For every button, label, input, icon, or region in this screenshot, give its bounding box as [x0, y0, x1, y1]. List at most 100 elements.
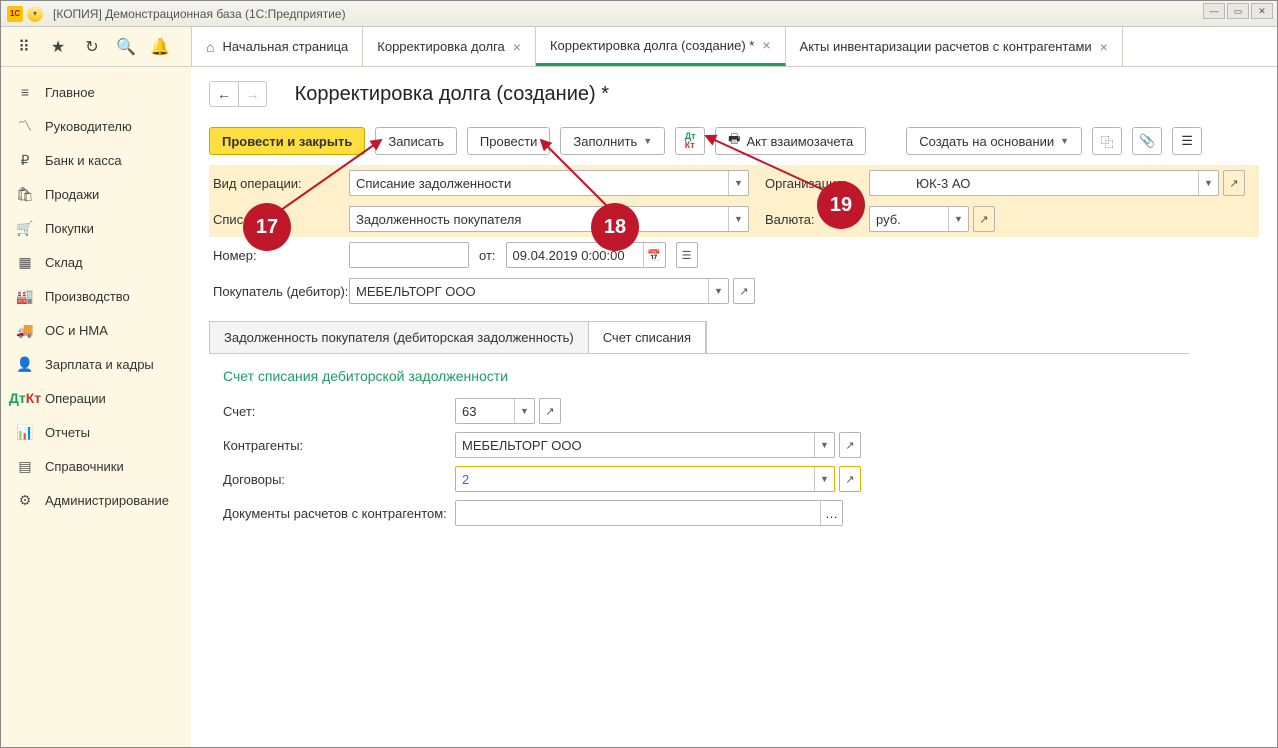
attach-button[interactable]: 📎 — [1132, 127, 1162, 155]
minimize-button[interactable]: — — [1203, 3, 1225, 19]
sales-icon: 🛍 — [17, 186, 33, 202]
close-icon[interactable]: × — [513, 39, 521, 55]
number-input[interactable] — [349, 242, 469, 268]
account-select[interactable]: 63 ▼ — [455, 398, 535, 424]
dtkt-button[interactable]: ДтКт — [675, 127, 705, 155]
date-input[interactable]: 09.04.2019 0:00:00 📅 — [506, 242, 666, 268]
open-account-button[interactable]: ↗ — [539, 398, 561, 424]
label-from: от: — [469, 248, 506, 263]
currency-select[interactable]: руб. ▼ — [869, 206, 969, 232]
print-icon: 🖶 — [728, 130, 740, 152]
chevron-down-icon[interactable]: ▼ — [514, 399, 534, 423]
sidebar-item-directories[interactable]: ▤Справочники — [1, 449, 191, 483]
org-select[interactable]: ЮК-3 АО ▼ — [869, 170, 1219, 196]
sidebar-item-label: Руководителю — [45, 119, 132, 134]
open-buyer-button[interactable]: ↗ — [733, 278, 755, 304]
chevron-down-icon[interactable]: ▼ — [1198, 171, 1218, 195]
tab-home[interactable]: ⌂ Начальная страница — [192, 27, 363, 66]
open-currency-button[interactable]: ↗ — [973, 206, 995, 232]
apps-icon[interactable]: ⠿ — [15, 38, 33, 56]
truck-icon: 🚚 — [17, 322, 33, 338]
sidebar-item-operations[interactable]: ДтКтОперации — [1, 381, 191, 415]
sidebar-item-manager[interactable]: 〽 Руководителю — [1, 109, 191, 143]
tab-inventory-acts[interactable]: Акты инвентаризации расчетов с контраген… — [786, 27, 1123, 66]
close-icon[interactable]: × — [762, 37, 770, 53]
chevron-down-icon[interactable]: ▼ — [948, 207, 968, 231]
fill-button[interactable]: Заполнить▼ — [560, 127, 665, 155]
inner-tab-account[interactable]: Счет списания — [589, 322, 706, 353]
counterparty-select[interactable]: МЕБЕЛЬТОРГ ООО ▼ — [455, 432, 835, 458]
label-op-type: Вид операции: — [209, 176, 349, 191]
sidebar-item-label: Продажи — [45, 187, 99, 202]
open-org-button[interactable]: ↗ — [1223, 170, 1245, 196]
sidebar-item-admin[interactable]: ⚙Администрирование — [1, 483, 191, 517]
annotation-label: 17 — [256, 216, 278, 239]
label-buyer: Покупатель (дебитор): — [209, 284, 349, 299]
sidebar-item-reports[interactable]: 📊Отчеты — [1, 415, 191, 449]
menu-icon: ≡ — [17, 84, 33, 100]
chevron-down-icon[interactable]: ▼ — [708, 279, 728, 303]
date-extra-button[interactable]: ☰ — [676, 242, 698, 268]
sidebar-item-label: Отчеты — [45, 425, 90, 440]
open-counterparty-button[interactable]: ↗ — [839, 432, 861, 458]
contracts-select[interactable]: 2 ▼ — [455, 466, 835, 492]
sidebar-item-sales[interactable]: 🛍 Продажи — [1, 177, 191, 211]
tab-debt-adjust[interactable]: Корректировка долга × — [363, 27, 536, 66]
structure-button[interactable]: ⿻ — [1092, 127, 1122, 155]
app-menu-dropdown[interactable]: ▾ — [27, 6, 43, 22]
sidebar-item-hr[interactable]: 👤Зарплата и кадры — [1, 347, 191, 381]
post-button[interactable]: Провести — [467, 127, 551, 155]
page-title: Корректировка долга (создание) * — [295, 83, 609, 106]
select-value: Задолженность покупателя — [356, 212, 521, 227]
sidebar-item-assets[interactable]: 🚚ОС и НМА — [1, 313, 191, 347]
search-icon[interactable]: 🔍 — [117, 38, 135, 56]
post-and-close-button[interactable]: Провести и закрыть — [209, 127, 365, 155]
buyer-select[interactable]: МЕБЕЛЬТОРГ ООО ▼ — [349, 278, 729, 304]
sidebar-item-production[interactable]: 🏭Производство — [1, 279, 191, 313]
history-icon[interactable]: ↻ — [83, 38, 101, 56]
op-type-select[interactable]: Списание задолженности ▼ — [349, 170, 749, 196]
close-window-button[interactable]: ✕ — [1251, 3, 1273, 19]
tab-label: Корректировка долга — [377, 39, 505, 54]
maximize-button[interactable]: ▭ — [1227, 3, 1249, 19]
gear-icon: ⚙ — [17, 492, 33, 508]
chevron-down-icon[interactable]: ▼ — [728, 171, 748, 195]
forward-button[interactable]: → — [238, 82, 266, 106]
chart-icon: 〽 — [17, 118, 33, 134]
inner-tabs: Задолженность покупателя (дебиторская за… — [209, 321, 707, 353]
chevron-down-icon[interactable]: ▼ — [728, 207, 748, 231]
tab-label: Задолженность покупателя (дебиторская за… — [224, 330, 574, 345]
star-icon[interactable]: ★ — [49, 38, 67, 56]
writeoff-select[interactable]: Задолженность покупателя ▼ — [349, 206, 749, 232]
bell-icon[interactable]: 🔔 — [151, 38, 169, 56]
docs-input[interactable]: … — [455, 500, 843, 526]
select-value: ЮК-3 АО — [876, 176, 970, 191]
list-button[interactable]: ☰ — [1172, 127, 1202, 155]
act-button[interactable]: 🖶Акт взаимозачета — [715, 127, 866, 155]
ellipsis-icon[interactable]: … — [820, 501, 842, 525]
toolbar: Провести и закрыть Записать Провести Зап… — [209, 127, 1259, 155]
chevron-down-icon[interactable]: ▼ — [814, 433, 834, 457]
inner-tab-debt[interactable]: Задолженность покупателя (дебиторская за… — [210, 322, 589, 353]
home-icon: ⌂ — [206, 39, 214, 55]
sidebar-item-label: Банк и касса — [45, 153, 122, 168]
chevron-down-icon: ▼ — [643, 136, 652, 146]
write-button[interactable]: Записать — [375, 127, 457, 155]
sidebar-item-main[interactable]: ≡Главное — [1, 75, 191, 109]
dtkt-icon: ДтКт — [685, 132, 696, 150]
sidebar-item-purchases[interactable]: 🛒Покупки — [1, 211, 191, 245]
sidebar-item-warehouse[interactable]: ▦ Склад — [1, 245, 191, 279]
create-based-button[interactable]: Создать на основании▼ — [906, 127, 1082, 155]
close-icon[interactable]: × — [1100, 39, 1108, 55]
label-number: Номер: — [209, 248, 349, 263]
chevron-down-icon[interactable]: ▼ — [814, 467, 834, 491]
sidebar-item-label: Склад — [45, 255, 83, 270]
back-button[interactable]: ← — [210, 82, 238, 106]
warehouse-icon: ▦ — [17, 254, 33, 270]
tab-debt-adjust-create[interactable]: Корректировка долга (создание) * × — [536, 27, 786, 66]
sidebar-item-bank[interactable]: ₽Банк и касса — [1, 143, 191, 177]
sidebar-item-label: Покупки — [45, 221, 94, 236]
select-value: 63 — [462, 404, 476, 419]
calendar-icon[interactable]: 📅 — [643, 243, 665, 267]
open-contracts-button[interactable]: ↗ — [839, 466, 861, 492]
